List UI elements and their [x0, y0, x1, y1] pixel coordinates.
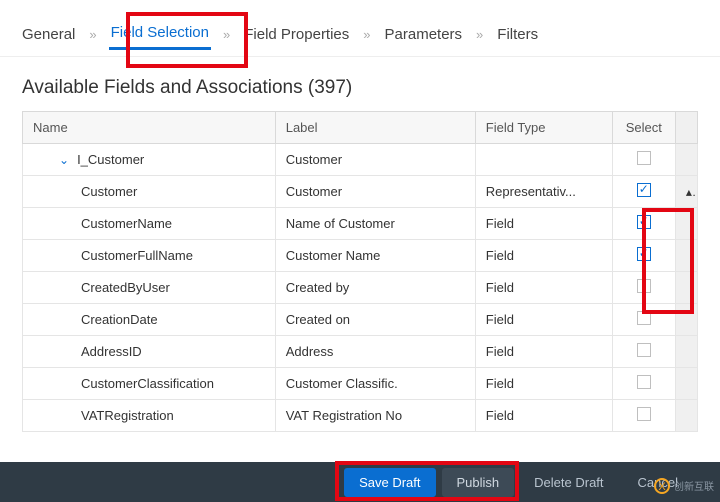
table-row[interactable]: AddressID AddressField	[23, 336, 698, 368]
field-name-label: Customer	[81, 184, 137, 199]
field-type-cell: Representativ...	[475, 176, 612, 208]
field-name-cell: CreatedByUser	[23, 272, 276, 304]
table-row[interactable]: VATRegistration VAT Registration NoField	[23, 400, 698, 432]
scroll-up-icon[interactable]: ▴	[675, 176, 697, 208]
checkbox[interactable]	[637, 247, 651, 261]
field-name-cell: VATRegistration	[23, 400, 276, 432]
field-type-cell	[475, 144, 612, 176]
tab-bar: General » Field Selection » Field Proper…	[0, 0, 720, 57]
checkbox[interactable]	[637, 343, 651, 357]
tab-parameters[interactable]: Parameters	[383, 20, 465, 49]
field-type-cell: Field	[475, 368, 612, 400]
col-header-label[interactable]: Label	[275, 112, 475, 144]
field-name-cell: CustomerFullName	[23, 240, 276, 272]
select-cell	[612, 208, 675, 240]
tab-field-selection[interactable]: Field Selection	[109, 18, 211, 50]
col-header-name[interactable]: Name	[23, 112, 276, 144]
table-row[interactable]: CustomerName Name of CustomerField	[23, 208, 698, 240]
field-name-cell: AddressID	[23, 336, 276, 368]
field-name-label: CustomerName	[81, 216, 172, 231]
table-row[interactable]: ⌄ I_Customer Customer	[23, 144, 698, 176]
field-name-cell: CustomerName	[23, 208, 276, 240]
field-type-cell: Field	[475, 336, 612, 368]
field-label-cell: Created on	[275, 304, 475, 336]
select-cell	[612, 336, 675, 368]
checkbox[interactable]	[637, 311, 651, 325]
fields-table: Name Label Field Type Select ⌄ I_Customer…	[22, 111, 698, 432]
table-row[interactable]: CreatedByUser Created byField	[23, 272, 698, 304]
field-name-label: CustomerFullName	[81, 248, 193, 263]
field-name-label: I_Customer	[77, 152, 144, 167]
field-name-cell: CreationDate	[23, 304, 276, 336]
checkbox[interactable]	[637, 215, 651, 229]
field-name-label: VATRegistration	[81, 408, 174, 423]
cancel-button[interactable]: Cancel	[624, 469, 692, 496]
delete-draft-button[interactable]: Delete Draft	[520, 469, 617, 496]
field-type-cell: Field	[475, 272, 612, 304]
field-label-cell: Customer	[275, 144, 475, 176]
field-name-label: CreatedByUser	[81, 280, 170, 295]
field-label-cell: Customer Name	[275, 240, 475, 272]
scroll-header	[675, 112, 697, 144]
select-cell	[612, 400, 675, 432]
scroll-gutter	[675, 272, 697, 304]
field-label-cell: VAT Registration No	[275, 400, 475, 432]
checkbox[interactable]	[637, 279, 651, 293]
field-label-cell: Customer Classific.	[275, 368, 475, 400]
scroll-gutter	[675, 368, 697, 400]
field-label-cell: Address	[275, 336, 475, 368]
tab-general[interactable]: General	[20, 20, 77, 49]
content-area: Available Fields and Associations (397) …	[0, 57, 720, 432]
table-row[interactable]: CreationDate Created onField	[23, 304, 698, 336]
checkbox[interactable]	[637, 407, 651, 421]
table-row[interactable]: CustomerFullName Customer NameField	[23, 240, 698, 272]
footer-bar: Save Draft Publish Delete Draft Cancel	[0, 462, 720, 502]
table-row[interactable]: CustomerCustomerRepresentativ...▴	[23, 176, 698, 208]
scroll-gutter	[675, 336, 697, 368]
chevron-down-icon[interactable]: ⌄	[59, 153, 69, 167]
chevron-icon: »	[363, 27, 370, 42]
table-row[interactable]: CustomerClassification Customer Classific…	[23, 368, 698, 400]
chevron-icon: »	[89, 27, 96, 42]
field-name-label: AddressID	[81, 344, 142, 359]
scroll-gutter	[675, 144, 697, 176]
field-name-cell: ⌄ I_Customer	[23, 144, 276, 176]
col-header-type[interactable]: Field Type	[475, 112, 612, 144]
field-label-cell: Name of Customer	[275, 208, 475, 240]
save-draft-button[interactable]: Save Draft	[344, 468, 435, 497]
scroll-gutter	[675, 240, 697, 272]
scroll-gutter	[675, 304, 697, 336]
field-type-cell: Field	[475, 304, 612, 336]
chevron-icon: »	[223, 27, 230, 42]
field-name-cell: Customer	[23, 176, 276, 208]
scroll-gutter	[675, 400, 697, 432]
field-label-cell: Created by	[275, 272, 475, 304]
tab-field-properties[interactable]: Field Properties	[242, 20, 351, 49]
select-cell	[612, 176, 675, 208]
field-name-label: CreationDate	[81, 312, 158, 327]
field-type-cell: Field	[475, 240, 612, 272]
tab-filters[interactable]: Filters	[495, 20, 540, 49]
select-cell	[612, 368, 675, 400]
scroll-gutter	[675, 208, 697, 240]
field-name-cell: CustomerClassification	[23, 368, 276, 400]
checkbox[interactable]	[637, 375, 651, 389]
checkbox[interactable]	[637, 151, 651, 165]
field-name-label: CustomerClassification	[81, 376, 214, 391]
field-label-cell: Customer	[275, 176, 475, 208]
publish-button[interactable]: Publish	[442, 468, 515, 497]
select-cell	[612, 304, 675, 336]
col-header-select[interactable]: Select	[612, 112, 675, 144]
select-cell	[612, 272, 675, 304]
page-title: Available Fields and Associations (397)	[22, 77, 698, 99]
select-cell	[612, 240, 675, 272]
field-type-cell: Field	[475, 208, 612, 240]
select-cell	[612, 144, 675, 176]
chevron-icon: »	[476, 27, 483, 42]
field-type-cell: Field	[475, 400, 612, 432]
checkbox[interactable]	[637, 183, 651, 197]
